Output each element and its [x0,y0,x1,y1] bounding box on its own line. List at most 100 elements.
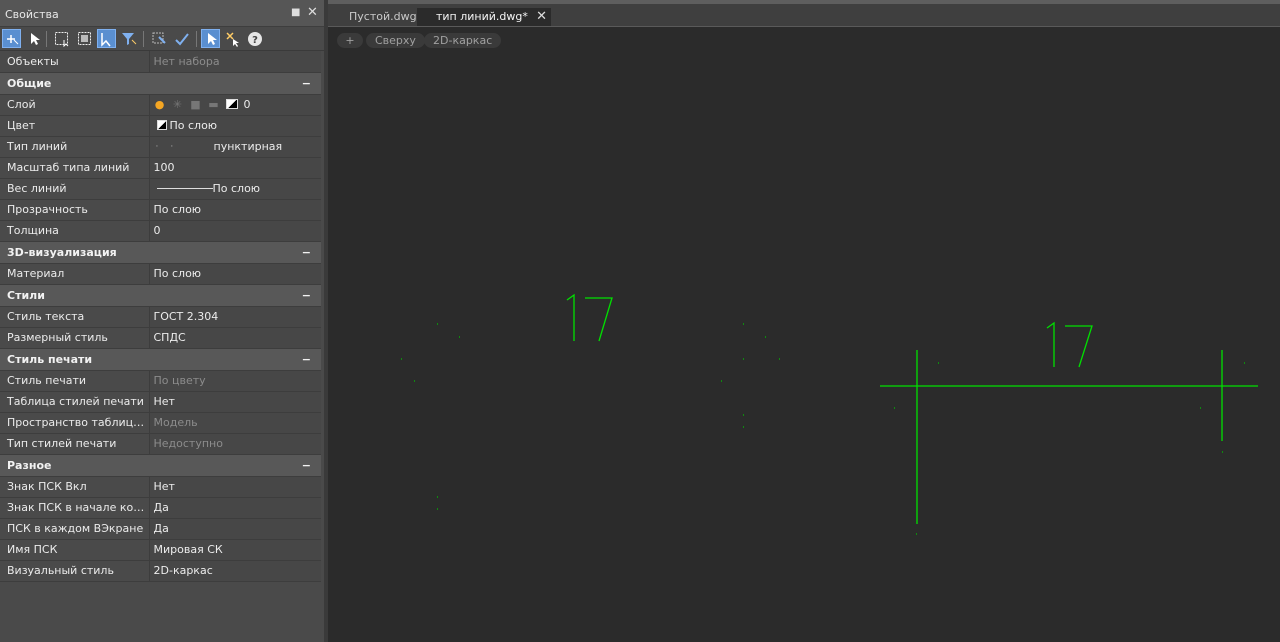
toggle-pickadd-icon[interactable] [97,29,116,48]
prop-value[interactable]: Нет [148,391,321,413]
prop-row-linetype-scale[interactable]: Масштаб типа линий 100 [0,157,321,179]
category-plot-style[interactable]: Стиль печати − [0,348,321,371]
prop-key: Знак ПСК Вкл [0,476,149,498]
prop-value-color[interactable]: По слою [148,115,321,137]
prop-row-plot-style[interactable]: Стиль печати По цвету [0,370,321,392]
prop-key: Слой [0,94,149,116]
select-window-icon[interactable] [52,29,71,48]
prop-key: Вес линий [0,178,149,200]
close-icon[interactable]: ✕ [307,5,318,20]
prop-key: Стиль текста [0,306,149,328]
category-label: Стили [7,288,45,302]
category-3d-viz[interactable]: 3D-визуализация − [0,241,321,264]
category-label: Общие [7,76,52,90]
prop-value[interactable]: Недоступно [148,433,321,455]
prop-row-lineweight[interactable]: Вес линий По слою [0,178,321,200]
tab-label: тип линий.dwg* [436,10,528,23]
help-icon[interactable]: ? [245,29,264,48]
prop-row-objects[interactable]: Объекты Нет набора [0,51,321,73]
prop-value[interactable]: Нет [148,476,321,498]
prop-value[interactable]: СПДС [148,327,321,349]
category-misc[interactable]: Разное − [0,454,321,477]
pin-icon[interactable]: ■ [291,7,300,18]
dim-dots-1 [401,323,780,510]
document-area: Пустой.dwg* тип линий.dwg* ✕ + Сверху 2D… [328,0,1280,642]
prop-row-plot-table-type[interactable]: Тип стилей печати Недоступно [0,433,321,455]
pick-object-icon[interactable] [201,29,220,48]
tab-empty-dwg[interactable]: Пустой.dwg* [330,8,422,26]
category-styles[interactable]: Стили − [0,284,321,307]
prop-row-color[interactable]: Цвет По слою [0,115,321,137]
lightbulb-icon: ● [154,98,165,111]
prop-value[interactable]: По слою [148,263,321,285]
properties-toolbar: ? [0,27,324,51]
prop-value[interactable]: 0 [148,220,321,242]
deselect-icon[interactable] [223,29,242,48]
collapse-icon[interactable]: − [302,459,311,472]
printer-icon: ▬ [208,98,219,111]
prop-key: Пространство таблицы с… [0,412,149,434]
collapse-icon[interactable]: − [302,289,311,302]
prop-row-plot-table[interactable]: Таблица стилей печати Нет [0,391,321,413]
prop-value-layer[interactable]: ● ✳ ■ ▬ 0 [148,94,321,116]
prop-key: Цвет [0,115,149,137]
prop-key: Толщина [0,220,149,242]
prop-value[interactable]: По слою [148,199,321,221]
prop-value[interactable]: Мировая СК [148,539,321,561]
dim-text-1 [566,293,613,342]
prop-row-transparency[interactable]: Прозрачность По слою [0,199,321,221]
prop-row-layer[interactable]: Слой ● ✳ ■ ▬ 0 [0,94,321,116]
prop-value-linetype[interactable]: ·· пунктирная [148,136,321,158]
prop-row-ucs-each-vp[interactable]: ПСК в каждом ВЭкране Да [0,518,321,540]
prop-row-dim-style[interactable]: Размерный стиль СПДС [0,327,321,349]
tab-linetypes-dwg[interactable]: тип линий.dwg* ✕ [417,8,551,26]
prop-row-ucs-name[interactable]: Имя ПСК Мировая СК [0,539,321,561]
match-props-icon[interactable] [172,29,191,48]
prop-value[interactable]: ГОСТ 2.304 [148,306,321,328]
prop-row-ucs-origin[interactable]: Знак ПСК в начале коор… Да [0,497,321,519]
prop-value[interactable]: Нет набора [148,51,321,73]
dimension-2[interactable] [880,321,1258,535]
prop-key: Стиль печати [0,370,149,392]
prop-value[interactable]: Да [148,518,321,540]
prop-key: Имя ПСК [0,539,149,561]
properties-panel: Свойства ■ ✕ ? Объекты Нет набора Общие … [0,0,325,642]
category-general[interactable]: Общие − [0,72,321,95]
tab-label: Пустой.dwg* [349,10,423,23]
prop-row-linetype[interactable]: Тип линий ·· пунктирная [0,136,321,158]
prop-row-ucs-on[interactable]: Знак ПСК Вкл Нет [0,476,321,498]
close-tab-icon[interactable]: ✕ [536,8,547,26]
color-swatch-icon [225,99,238,109]
prop-value[interactable]: 100 [148,157,321,179]
prop-key: Материал [0,263,149,285]
prop-key: Размерный стиль [0,327,149,349]
prop-value[interactable]: Да [148,497,321,519]
filter-icon[interactable] [119,29,138,48]
layer-name: 0 [243,98,251,111]
quick-select-icon[interactable] [149,29,168,48]
drawing-canvas[interactable] [328,27,1280,642]
select-add-icon[interactable] [2,29,21,48]
prop-key: Визуальный стиль [0,560,149,582]
prop-value[interactable]: 2D-каркас [148,560,321,582]
panel-title: Свойства [5,8,59,21]
select-cursor-icon[interactable] [24,29,43,48]
prop-value-lineweight[interactable]: По слою [148,178,321,200]
collapse-icon[interactable]: − [302,246,311,259]
collapse-icon[interactable]: − [302,77,311,90]
prop-row-material[interactable]: Материал По слою [0,263,321,285]
collapse-icon[interactable]: − [302,353,311,366]
category-label: 3D-визуализация [7,245,117,259]
prop-row-plot-table-space[interactable]: Пространство таблицы с… Модель [0,412,321,434]
dimension-1[interactable] [401,293,780,510]
color-value: По слою [169,119,218,132]
prop-row-thickness[interactable]: Толщина 0 [0,220,321,242]
prop-value[interactable]: Модель [148,412,321,434]
prop-value[interactable]: По цвету [148,370,321,392]
select-crossing-icon[interactable] [75,29,94,48]
prop-row-text-style[interactable]: Стиль текста ГОСТ 2.304 [0,306,321,328]
linetype-value: пунктирная [213,140,283,153]
svg-text:?: ? [252,35,258,46]
prop-row-visual-style[interactable]: Визуальный стиль 2D-каркас [0,560,321,582]
dim-text-2 [1046,321,1093,368]
